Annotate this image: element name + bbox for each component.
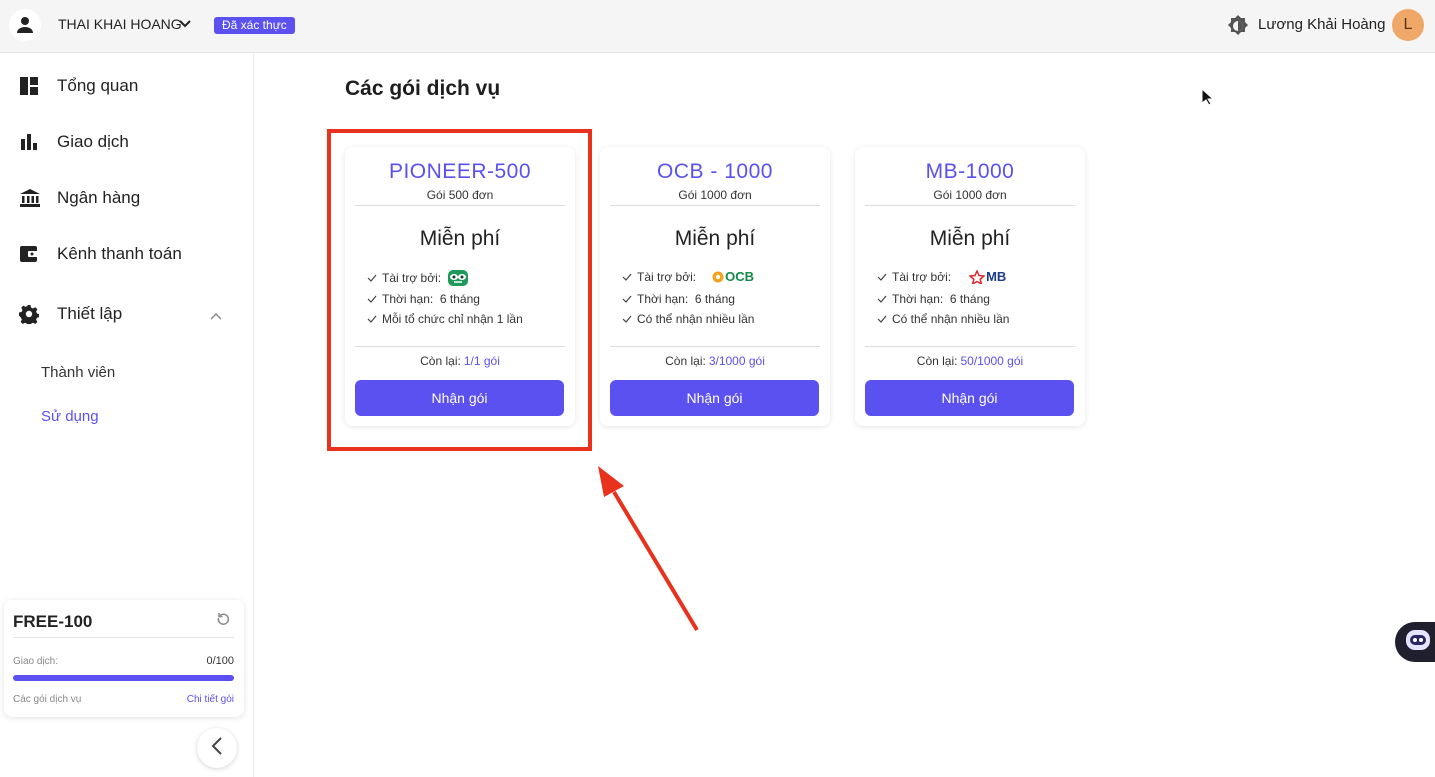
feature-text: Tài trợ bởi: [637, 269, 697, 284]
divider [610, 205, 820, 206]
sidebar-item-overview[interactable]: Tổng quan [0, 66, 254, 106]
refresh-icon[interactable] [215, 612, 231, 633]
mouse-cursor-icon [1201, 87, 1215, 111]
feature-text: Thời hạn: 6 tháng [637, 292, 735, 306]
collapse-sidebar-button[interactable] [197, 728, 237, 768]
dashboard-icon [19, 76, 39, 96]
user-icon[interactable] [9, 9, 41, 41]
page-title: Các gói dịch vụ [345, 77, 501, 100]
chevron-up-icon[interactable] [209, 308, 223, 326]
wallet-icon [19, 244, 39, 264]
feature-item: Thời hạn: 6 tháng [622, 292, 735, 306]
check-icon [877, 312, 887, 326]
ocb-logo: OCB [712, 269, 754, 284]
sidebar-item-transactions[interactable]: Giao dịch [0, 122, 254, 162]
check-icon [622, 292, 632, 306]
org-switcher[interactable]: THAI KHAI HOANG [58, 16, 182, 32]
plan-detail-link[interactable]: Chi tiết gói [187, 694, 234, 705]
card-subtitle: Gói 1000 đơn [678, 188, 752, 202]
usage-label: Giao dịch: [13, 656, 59, 667]
check-icon [877, 292, 887, 306]
annotation-highlight-box [327, 129, 592, 451]
chevron-down-icon[interactable] [178, 17, 192, 36]
sidebar-item-payment-channels[interactable]: Kênh thanh toán [0, 234, 254, 274]
remaining-label: Còn lại: [665, 354, 706, 368]
remaining-count: Còn lại: 3/1000 gói [600, 354, 830, 368]
feature-text: Có thể nhận nhiều lần [637, 312, 755, 326]
feature-text: Thời hạn: 6 tháng [892, 292, 990, 306]
sidebar-subitem-members[interactable]: Thành viên [41, 364, 115, 381]
card-subtitle: Gói 1000 đơn [933, 188, 1007, 202]
bar-chart-icon [19, 132, 39, 152]
mb-logo: MB [969, 269, 1006, 284]
card-title: MB-1000 [925, 160, 1015, 183]
card-price: Miễn phí [674, 227, 756, 250]
ocb-logo-text: OCB [725, 269, 754, 284]
check-icon [622, 312, 632, 326]
divider [610, 346, 820, 347]
sidebar-subitem-usage[interactable]: Sử dụng [41, 408, 99, 425]
divider [865, 346, 1075, 347]
current-plan-card: FREE-100 Giao dịch: 0/100 Các gói dịch v… [4, 600, 244, 717]
usage-progress-bar [13, 675, 234, 681]
sidebar-item-banks[interactable]: Ngân hàng [0, 178, 254, 218]
feature-text: Tài trợ bởi: [892, 269, 952, 284]
avatar[interactable]: L [1392, 9, 1424, 41]
remaining-value: 3/1000 gói [708, 354, 765, 368]
bank-icon [19, 188, 40, 208]
claim-plan-button[interactable]: Nhận gói [610, 380, 819, 416]
feature-item: Có thể nhận nhiều lần [877, 312, 1009, 326]
account-name[interactable]: Lương Khải Hoàng [1258, 16, 1385, 33]
claim-plan-button[interactable]: Nhận gói [865, 380, 1074, 416]
service-plans-link[interactable]: Các gói dịch vụ [13, 694, 81, 705]
chevron-left-icon [210, 736, 224, 761]
top-bar: THAI KHAI HOANG Đã xác thực Lương Khải H… [0, 0, 1435, 53]
sidebar-item-settings[interactable]: Thiết lập [0, 294, 254, 334]
feature-item: Có thể nhận nhiều lần [622, 312, 754, 326]
sidebar-item-label: Tổng quan [57, 76, 139, 95]
check-icon [622, 270, 632, 284]
check-icon [877, 270, 887, 284]
sidebar-item-label: Ngân hàng [57, 188, 141, 207]
chatbot-icon [1405, 629, 1431, 656]
plan-card-ocb: OCB - 1000 Gói 1000 đơn Miễn phí Tài trợ… [600, 147, 830, 426]
feature-text: Có thể nhận nhiều lần [892, 312, 1010, 326]
card-title: OCB - 1000 [657, 160, 773, 183]
remaining-count: Còn lại: 50/1000 gói [855, 354, 1085, 368]
feature-item: Thời hạn: 6 tháng [877, 292, 990, 306]
divider [13, 637, 234, 638]
card-price: Miễn phí [929, 227, 1011, 250]
divider [865, 205, 1075, 206]
sidebar-item-label: Kênh thanh toán [57, 244, 182, 263]
plan-name: FREE-100 [13, 612, 93, 631]
plan-card-mb: MB-1000 Gói 1000 đơn Miễn phí Tài trợ bở… [855, 147, 1085, 426]
verified-badge: Đã xác thực [214, 17, 295, 34]
usage-value: 0/100 [206, 655, 234, 667]
chat-assistant-button[interactable] [1395, 622, 1435, 662]
mb-logo-text: MB [986, 269, 1007, 284]
theme-toggle-icon[interactable] [1226, 14, 1250, 43]
remaining-label: Còn lại: [916, 354, 958, 368]
sidebar-item-label: Giao dịch [57, 132, 129, 151]
remaining-value: 50/1000 gói [960, 354, 1024, 368]
feature-item: Tài trợ bởi: MB [877, 269, 1006, 284]
feature-item: Tài trợ bởi: OCB [622, 269, 754, 284]
gear-icon [19, 304, 40, 327]
usage-progress-fill [13, 675, 234, 681]
sidebar-item-label: Thiết lập [57, 304, 123, 323]
